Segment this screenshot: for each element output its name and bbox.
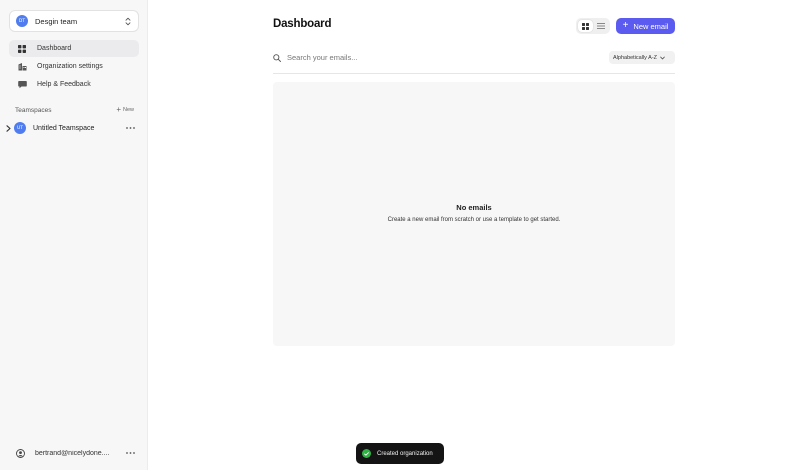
grid-icon [582,22,589,30]
check-circle-icon [362,449,371,458]
toast-message: Created organization [377,450,433,457]
user-icon [15,448,25,458]
sort-dropdown[interactable]: Alphabetically A-Z [609,51,675,64]
user-menu[interactable]: bertrand@nicelydone.... [15,446,135,460]
teamspaces-header: Teamspaces + New [15,106,134,114]
sidebar-item-label: Help & Feedback [37,81,91,88]
new-email-button[interactable]: + New email [616,18,675,34]
chevron-up-down-icon [124,16,132,26]
emails-empty-state: No emails Create a new email from scratc… [273,82,675,346]
sidebar-nav: Dashboard Organization settings Help & F… [9,40,139,94]
user-email: bertrand@nicelydone.... [35,449,110,457]
grid-view-button[interactable] [578,20,593,32]
search-icon [273,53,282,62]
plus-icon: + [622,20,629,31]
org-switcher[interactable]: DT Desgin team [9,10,139,32]
building-icon [17,62,27,72]
list-view-button[interactable] [593,20,608,32]
view-toggle [576,18,610,34]
teamspaces-title: Teamspaces [15,106,52,114]
list-icon [596,23,605,29]
chevron-right-icon[interactable] [5,124,12,132]
empty-state-description: Create a new email from scratch or use a… [387,217,561,223]
sidebar-item-label: Dashboard [37,45,72,52]
chevron-down-icon [660,56,665,60]
plus-icon: + [116,105,121,114]
sidebar-item-organization-settings[interactable]: Organization settings [9,58,139,75]
sort-selected-value: Alphabetically A-Z [613,54,658,61]
new-teamspace-button[interactable]: + New [116,106,134,114]
grid-icon [17,44,27,54]
new-email-label: New email [633,21,669,31]
teamspace-name: Untitled Teamspace [33,124,95,132]
org-name: Desgin team [35,16,78,26]
teamspace-item[interactable]: UT Untitled Teamspace [5,120,135,136]
sidebar-item-label: Organization settings [37,63,103,70]
sidebar-item-dashboard[interactable]: Dashboard [9,40,139,57]
teamspace-avatar: UT [14,122,26,134]
chat-icon [17,80,27,90]
search-input[interactable] [287,53,587,62]
sidebar-item-help-feedback[interactable]: Help & Feedback [9,76,139,93]
page-title: Dashboard [273,18,332,30]
empty-state-title: No emails [456,203,492,212]
more-options-icon[interactable] [125,125,135,131]
toast-notification: Created organization [356,443,444,464]
org-avatar: DT [16,15,28,27]
more-options-icon[interactable] [125,450,135,456]
new-teamspace-label: New [122,107,134,113]
sidebar: DT Desgin team Dashboard Organization se… [0,0,148,470]
